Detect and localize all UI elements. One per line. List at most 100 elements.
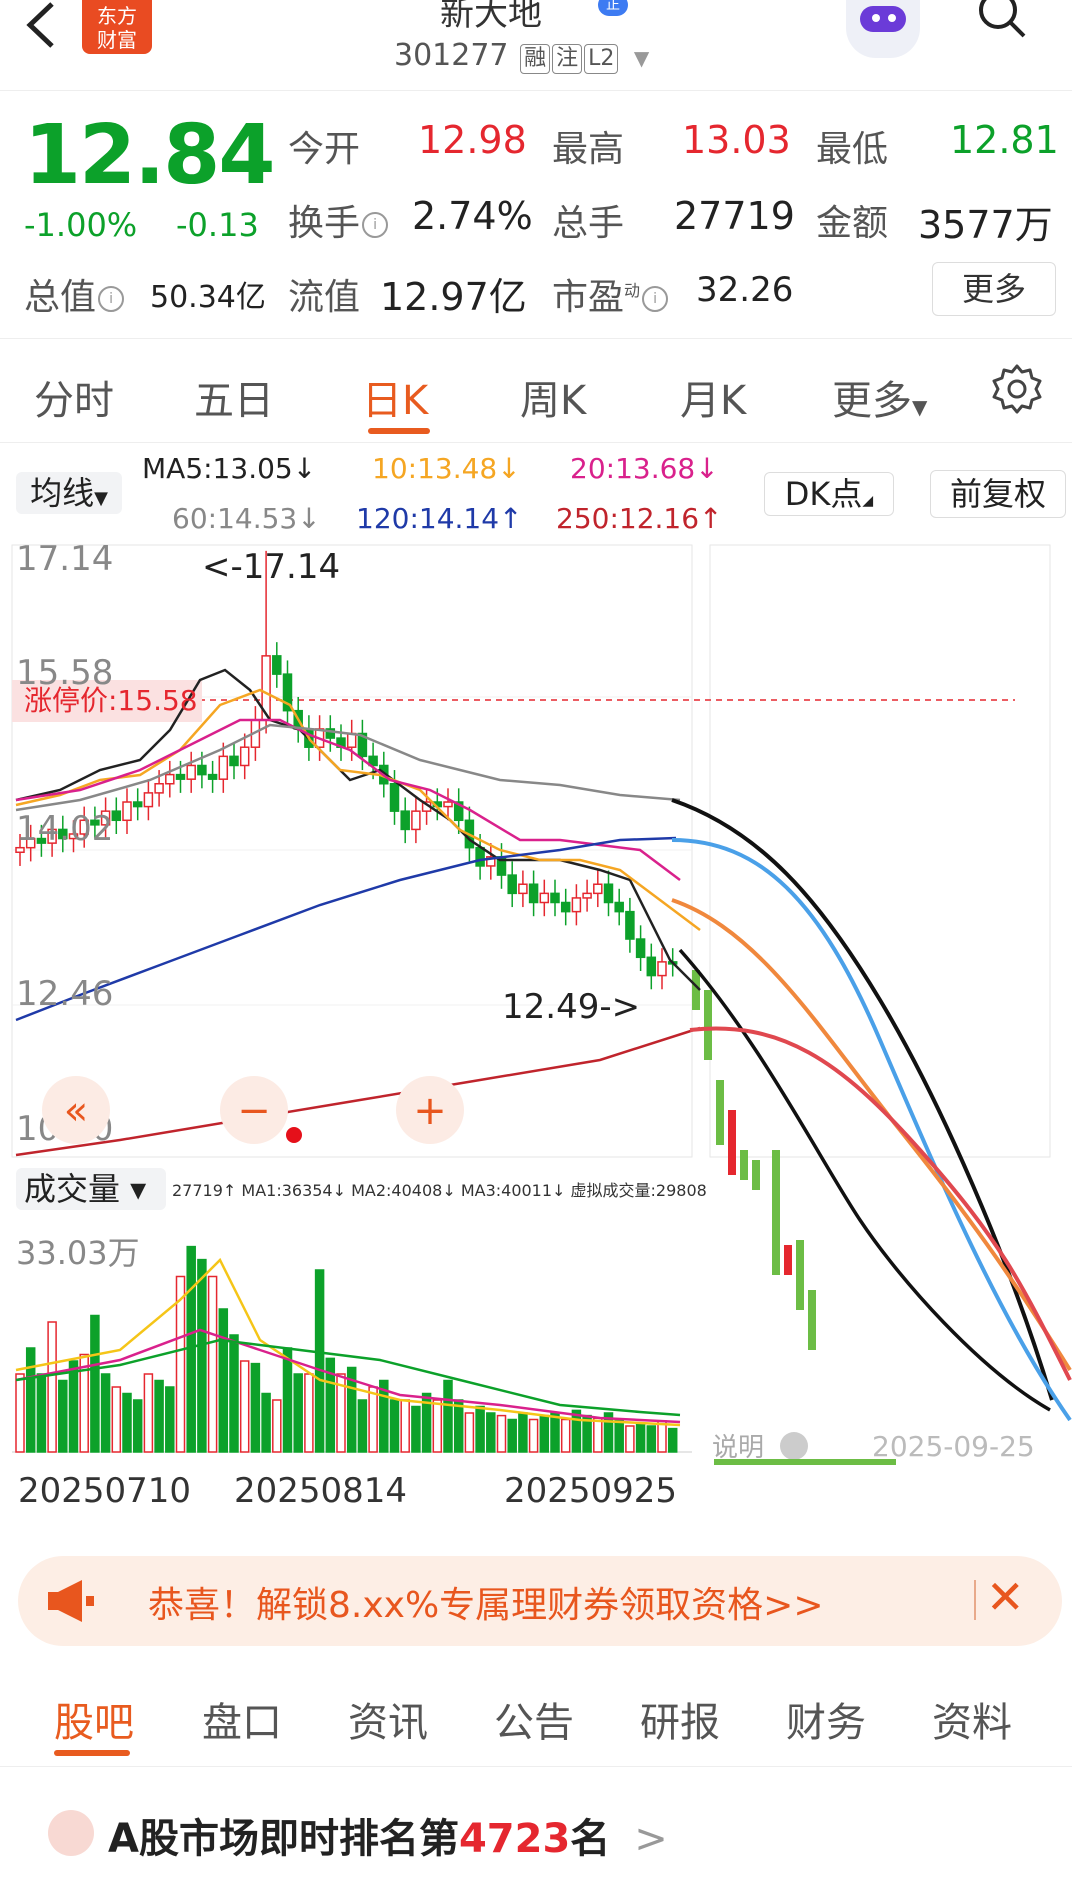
pe-label[interactable]: 市盈动 i [552,268,670,320]
tab-weekly-k[interactable]: 周K [520,368,586,426]
logo-line2: 财富 [97,28,137,52]
high-label: 最高 [552,129,625,170]
tab-forum[interactable]: 股吧 [54,1690,134,1748]
candle-body [635,938,646,959]
candle-body [207,773,218,780]
low-label: 最低 [816,129,889,170]
limit-up-label: 涨停价:15.58 [24,684,198,717]
chart-labels: 17.1415.5814.0212.4610.90涨停价:15.58<-17.1… [16,540,1035,1511]
candle-body [111,810,122,822]
tag-l2: L2 [584,44,619,74]
logo-line1: 东方 [97,4,137,28]
volume-bar [646,1425,657,1453]
open-value: 12.98 [418,118,527,162]
candle-body [657,961,667,977]
tab-intraday[interactable]: 分时 [34,368,114,426]
volume-bar [207,1275,218,1453]
close-icon[interactable]: ✕ [986,1570,1025,1624]
kline-chart[interactable]: 17.1415.5814.0212.4610.90涨停价:15.58<-17.1… [0,540,1072,1540]
ma5-value: MA5:13.05↓ [142,452,317,485]
volume-bar [68,1360,79,1453]
tab-research[interactable]: 研报 [640,1690,720,1748]
projection-black-2 [678,948,1051,1412]
candle-body [229,755,239,767]
volume-bar [357,1399,368,1453]
tab-profile[interactable]: 资料 [932,1690,1012,1748]
candle-body [593,883,603,895]
volume-bar [25,1347,36,1453]
mktcap-label[interactable]: 总值 i [24,268,126,320]
tab-daily-k[interactable]: 日K [362,368,428,426]
active-tab-indicator [368,428,430,434]
volume-bar [550,1412,560,1453]
price-frame [11,544,693,1158]
ma-select[interactable]: 均线▼ [16,472,122,514]
search-icon[interactable] [978,0,1026,38]
info-icon: i [642,286,669,312]
projected-candle [784,1245,792,1275]
tag-margin: 融 [520,44,551,74]
volume-bar [218,1308,229,1453]
chevron-right-icon: > [634,1816,668,1862]
volume-bar [411,1405,421,1453]
projected-candle [752,1160,760,1190]
volume-bar [197,1258,207,1453]
volume-bar [304,1373,314,1453]
volume-bar [571,1409,582,1453]
candle-body [143,792,154,808]
app-logo[interactable]: 东方 财富 [82,0,152,54]
volume-bar [58,1379,68,1453]
candle-body [550,892,560,904]
ma60-value: 60:14.53↓ [172,502,321,535]
volume-bar [625,1425,635,1453]
divider [974,1580,976,1620]
candle-body [218,755,229,780]
market-rank[interactable]: A股市场即时排名第4723名 > [108,1806,668,1864]
more-quote-button[interactable]: 更多 [932,262,1056,316]
projected-candle [716,1080,724,1145]
volume-bar [614,1420,624,1453]
volume-max-label: 33.03万 [16,1234,140,1272]
volume-bar [47,1321,57,1453]
stock-code-row[interactable]: 301277 融注 L2 ▼ [394,38,649,74]
volume-bar [453,1399,464,1453]
candle-body [175,773,186,780]
tab-finance[interactable]: 财务 [786,1690,866,1748]
promo-banner[interactable]: 恭喜！解锁8.xx%专属理财券领取资格>> ✕ [18,1556,1062,1646]
megaphone-icon [48,1580,94,1622]
stock-code: 301277 [394,38,509,73]
y-tick-label: 17.14 [16,540,113,579]
volume-bar [154,1379,164,1453]
tab-news[interactable]: 资讯 [348,1690,428,1748]
candle-body [154,783,164,794]
candle-body [122,801,132,822]
gear-icon[interactable] [990,362,1044,416]
divider [0,1766,1072,1767]
volume-bar [132,1399,143,1453]
candle-body [272,655,282,675]
tab-orderbook[interactable]: 盘口 [202,1690,282,1748]
adjust-button[interactable]: 前复权 [930,470,1066,518]
tab-more[interactable]: 更多▼ [832,368,927,426]
volume-bar [528,1418,539,1453]
assistant-robot-icon[interactable] [846,0,920,58]
volume-bar [100,1373,111,1453]
tab-announcements[interactable]: 公告 [494,1690,574,1748]
tab-five-day[interactable]: 五日 [194,368,274,426]
candlesticks [15,550,816,1350]
volume-bar [507,1418,517,1453]
dk-point-button[interactable]: DK点◢ [764,472,894,516]
volume-bar [186,1245,196,1453]
projection-black [671,798,1054,1401]
volume-bar [667,1427,678,1453]
tab-monthly-k[interactable]: 月K [680,368,746,426]
back-button[interactable] [22,0,62,54]
zoom-out-icon: − [237,1088,271,1134]
volume-bar [432,1399,443,1453]
volume-bar [293,1373,303,1453]
x-tick-label: 20250710 [18,1471,191,1511]
divider [0,338,1072,339]
volume-value: 27719 [674,194,795,238]
turnover-label[interactable]: 换手 i [288,194,390,246]
turnover-value: 2.74% [412,194,533,238]
